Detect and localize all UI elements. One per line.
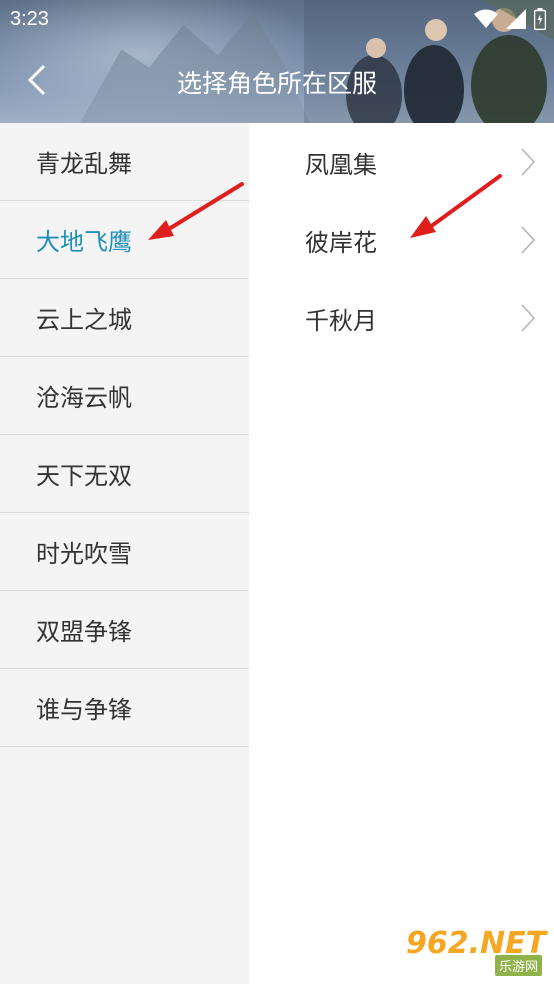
header-banner: 3:23 选择角色所在区服 xyxy=(0,0,554,123)
server-group-item[interactable]: 时光吹雪 xyxy=(0,513,249,591)
server-label: 彼岸花 xyxy=(305,228,377,257)
server-label: 千秋月 xyxy=(305,306,377,335)
wifi-icon xyxy=(474,9,498,28)
server-group-label: 天下无双 xyxy=(36,462,132,490)
status-time: 3:23 xyxy=(10,8,49,30)
server-item[interactable]: 千秋月 xyxy=(249,279,554,357)
server-item[interactable]: 彼岸花 xyxy=(249,201,554,279)
status-bar: 3:23 xyxy=(0,0,554,40)
server-group-label: 沧海云帆 xyxy=(36,384,132,412)
server-list: 凤凰集 彼岸花 千秋月 xyxy=(249,123,554,984)
server-group-label: 时光吹雪 xyxy=(36,540,132,568)
server-group-label: 谁与争锋 xyxy=(36,696,132,724)
watermark-sub-text: 乐游网 xyxy=(494,955,542,976)
server-group-item[interactable]: 青龙乱舞 xyxy=(0,123,249,201)
server-group-item[interactable]: 天下无双 xyxy=(0,435,249,513)
signal-icon xyxy=(506,9,526,29)
battery-icon xyxy=(534,8,546,30)
server-group-item-active[interactable]: 大地飞鹰 xyxy=(0,201,249,279)
watermark-logo: 962.NET 乐游网 xyxy=(406,926,546,976)
server-label: 凤凰集 xyxy=(305,150,377,179)
status-icons xyxy=(474,8,546,30)
server-group-label: 大地飞鹰 xyxy=(36,228,132,256)
server-group-label: 双盟争锋 xyxy=(36,618,132,646)
server-group-item[interactable]: 沧海云帆 xyxy=(0,357,249,435)
server-group-label: 云上之城 xyxy=(36,306,132,334)
server-group-item[interactable]: 云上之城 xyxy=(0,279,249,357)
chevron-right-icon xyxy=(521,226,536,254)
chevron-right-icon xyxy=(521,304,536,332)
server-group-label: 青龙乱舞 xyxy=(36,150,132,178)
server-group-item[interactable]: 谁与争锋 xyxy=(0,669,249,747)
chevron-right-icon xyxy=(521,148,536,176)
server-group-item[interactable]: 双盟争锋 xyxy=(0,591,249,669)
page-title: 选择角色所在区服 xyxy=(176,69,377,98)
server-item[interactable]: 凤凰集 xyxy=(249,123,554,201)
server-group-list: 青龙乱舞 大地飞鹰 云上之城 沧海云帆 天下无双 时光吹雪 双盟争锋 谁与争锋 xyxy=(0,123,249,984)
